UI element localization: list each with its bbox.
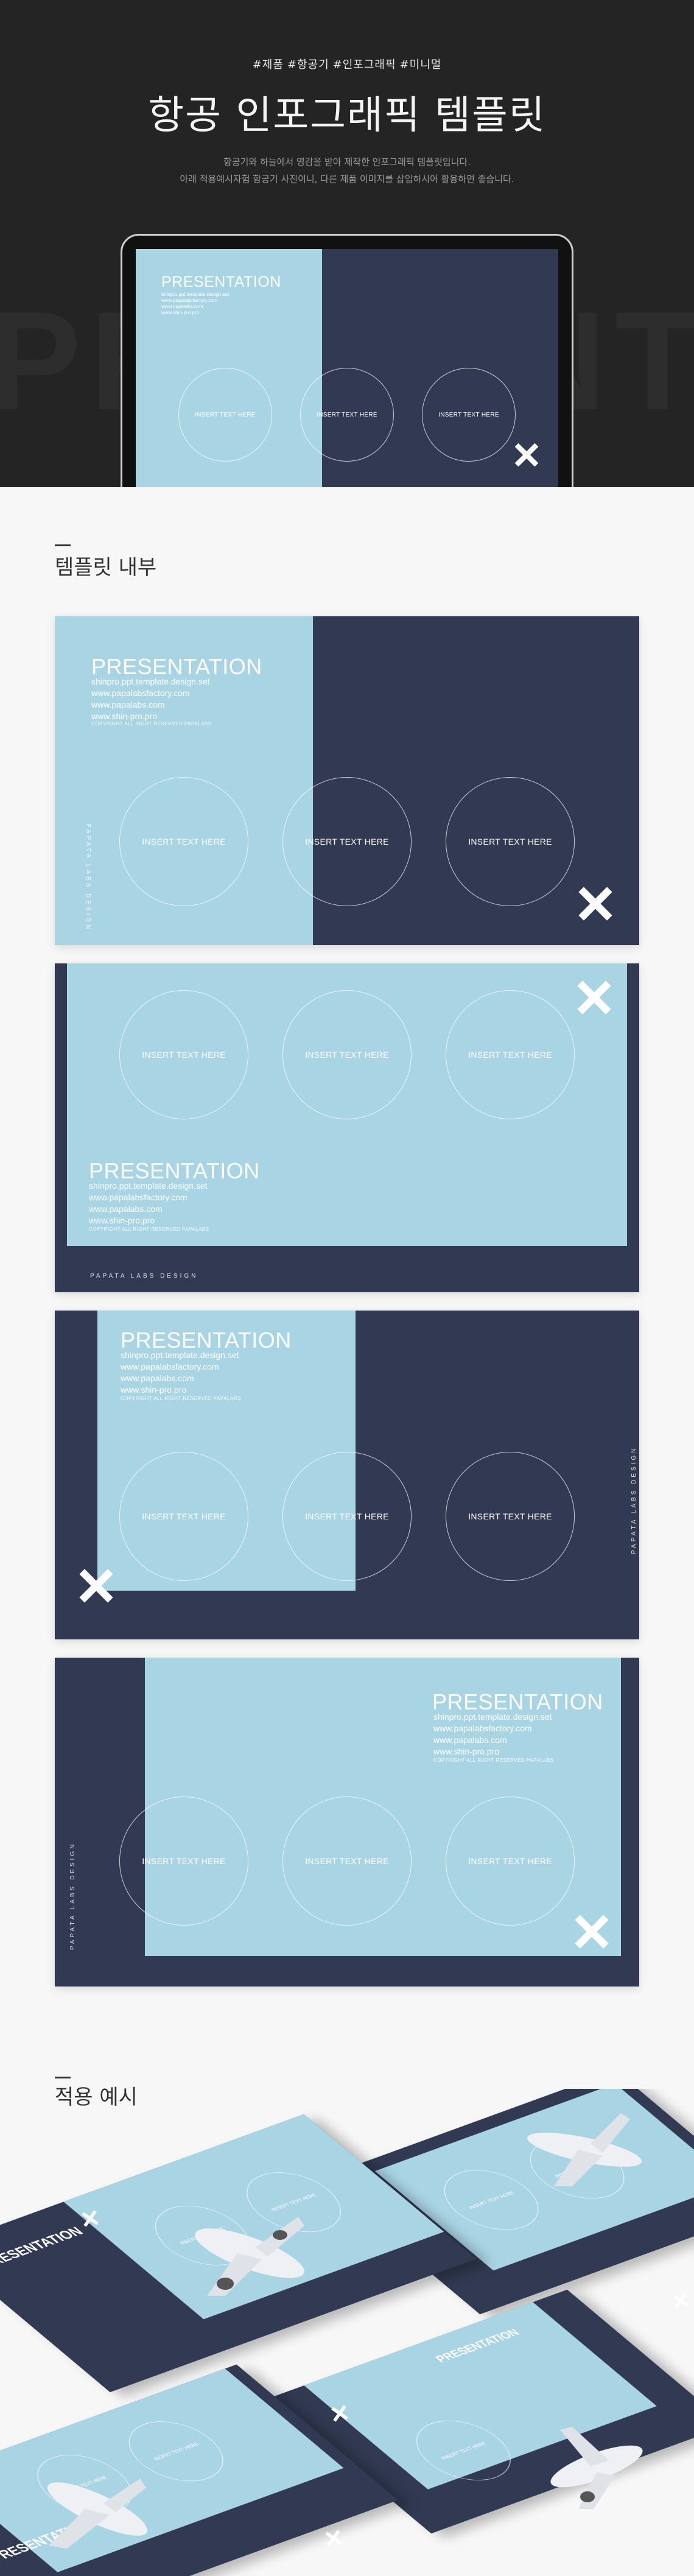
template-slide-4: PRESENTATION shinpro.ppt.template.design… — [55, 1658, 639, 1987]
tag[interactable]: #인포그래픽 — [333, 58, 396, 71]
circle-placeholder: INSERT TEXT HERE — [282, 990, 412, 1119]
tag[interactable]: #미니멀 — [400, 58, 442, 71]
circle-placeholder: INSERT TEXT HERE — [119, 990, 248, 1119]
mockup-examples: INSERT TEXT HERE INSERT TEXT HERE PRESEN… — [0, 2089, 694, 2576]
info-line: www.papalabsfactory.com — [91, 688, 190, 698]
hero-title: 항공 인포그래픽 템플릿 — [148, 93, 546, 138]
info-line: www.papalabs.com — [89, 1204, 163, 1214]
airplane-icon — [550, 2427, 643, 2509]
hero-description: 항공기와 하늘에서 영감을 받아 제작한 인포그래픽 템플릿입니다. 아래 적용… — [0, 153, 694, 188]
laptop-mockup: PRESENTATION shinpro.ppt.template.design… — [121, 234, 573, 487]
close-x-icon — [79, 1569, 113, 1603]
close-x-icon — [673, 2293, 689, 2309]
circle-placeholder: INSERT TEXT HERE — [446, 990, 575, 1119]
airplane-icon — [195, 2217, 304, 2296]
section-title: 템플릿 내부 — [55, 555, 157, 580]
slide-info: shinpro.ppt.template.design.set www.papa… — [161, 292, 229, 316]
brand-vertical-text: PAPATA LABS DESIGN — [69, 1842, 76, 1950]
hero-section: PRESENTATA #제품#항공기#인포그래픽#미니멀 항공 인포그래픽 템플… — [0, 0, 694, 487]
info-line: shinpro.ppt.template.design.set — [161, 292, 230, 297]
circle-placeholder: INSERT TEXT HERE — [446, 1452, 575, 1581]
slide-note: COPYRIGHT ALL RIGHT RESERVED PAPALABS — [89, 1226, 209, 1232]
info-line: www.papalabsfactory.com — [89, 1192, 188, 1202]
airplane-icon — [527, 2113, 642, 2186]
info-line: shinpro.ppt.template.design.set — [89, 1181, 208, 1191]
circle-placeholder: INSERT TEXT HERE — [119, 777, 248, 906]
circle-placeholder: INSERT TEXT HERE — [119, 1452, 248, 1581]
circle-placeholder: INSERT TEXT HERE — [282, 1797, 412, 1926]
close-x-icon — [81, 2209, 99, 2227]
close-x-icon — [575, 1915, 609, 1949]
info-line: www.shin-pro.pro — [121, 1385, 187, 1395]
template-slide-3: PRESENTATION shinpro.ppt.template.design… — [55, 1311, 639, 1639]
close-x-icon — [578, 887, 612, 921]
circle-placeholder: INSERT TEXT HERE — [446, 777, 575, 906]
slide-info: shinpro.ppt.template.design.set www.papa… — [121, 1350, 239, 1396]
info-line: www.papalabsfactory.com — [161, 298, 218, 303]
circle-placeholder: INSERT TEXT HERE — [446, 1797, 575, 1926]
circle-placeholder: INSERT TEXT HERE — [422, 368, 516, 462]
info-line: www.papalabs.com — [91, 700, 165, 709]
slide-title: PRESENTATION — [0, 2224, 87, 2271]
slide-note: COPYRIGHT ALL RIGHT RESERVED PAPALABS — [121, 1396, 241, 1401]
slide-info: shinpro.ppt.template.design.set www.papa… — [89, 1180, 208, 1226]
template-slide-1: PRESENTATION shinpro.ppt.template.design… — [55, 616, 639, 945]
template-slide-2: INSERT TEXT HERE INSERT TEXT HERE INSERT… — [55, 963, 639, 1292]
info-line: shinpro.ppt.template.design.set — [433, 1712, 552, 1722]
slide-info: shinpro.ppt.template.design.set www.papa… — [433, 1711, 552, 1758]
info-line: www.shin-pro.pro — [161, 310, 199, 315]
section-inside-header: 템플릿 내부 — [0, 487, 694, 615]
info-line: www.shin-pro.pro — [89, 1216, 155, 1225]
close-x-icon — [324, 2529, 342, 2547]
hero-desc-line: 항공기와 하늘에서 영감을 받아 제작한 인포그래픽 템플릿입니다. — [223, 157, 471, 167]
slide-title: PRESENTATION — [161, 273, 281, 290]
circle-placeholder: INSERT TEXT HERE — [300, 368, 394, 462]
slide-note: COPYRIGHT ALL RIGHT RESERVED PAPALABS — [433, 1758, 554, 1763]
tag[interactable]: #제품 — [253, 58, 284, 71]
brand-vertical-text: PAPATA LABS DESIGN — [85, 823, 91, 932]
info-line: www.papalabsfactory.com — [433, 1723, 532, 1733]
circle-placeholder: INSERT TEXT HERE — [282, 777, 412, 906]
circle-placeholder: INSERT TEXT HERE — [178, 368, 272, 462]
laptop-screen: PRESENTATION shinpro.ppt.template.design… — [136, 249, 558, 487]
brand-vertical-text: PAPATA LABS DESIGN — [631, 1446, 637, 1554]
close-x-icon — [331, 2404, 348, 2422]
info-line: shinpro.ppt.template.design.set — [91, 677, 210, 686]
circle-placeholder: INSERT TEXT HERE — [282, 1452, 412, 1581]
slide-info: shinpro.ppt.template.design.set www.papa… — [91, 676, 210, 722]
info-line: www.papalabsfactory.com — [121, 1362, 219, 1371]
close-x-icon — [518, 446, 535, 463]
section-bar — [55, 544, 71, 546]
slide-note: COPYRIGHT ALL RIGHT RESERVED PAPALABS — [91, 721, 212, 727]
brand-text: PAPATA LABS DESIGN — [90, 1273, 198, 1279]
info-line: www.papalabs.com — [433, 1735, 507, 1745]
info-line: www.shin-pro.pro — [433, 1747, 500, 1756]
tag[interactable]: #항공기 — [287, 58, 329, 71]
section-bar — [55, 2077, 71, 2078]
close-x-icon — [577, 980, 611, 1015]
hero-desc-line: 아래 적용예시자험 항공기 사진이니, 다른 제품 이미지를 삽입하시어 활용하… — [180, 174, 514, 185]
info-line: www.papalabs.com — [161, 304, 203, 309]
airplane-icon — [47, 2479, 148, 2549]
info-line: www.papalabs.com — [121, 1373, 194, 1383]
circle-placeholder: INSERT TEXT HERE — [119, 1797, 248, 1926]
hero-tags: #제품 #항공기 #인포그래픽 #미니멀 — [0, 56, 694, 72]
info-line: shinpro.ppt.template.design.set — [121, 1350, 239, 1360]
